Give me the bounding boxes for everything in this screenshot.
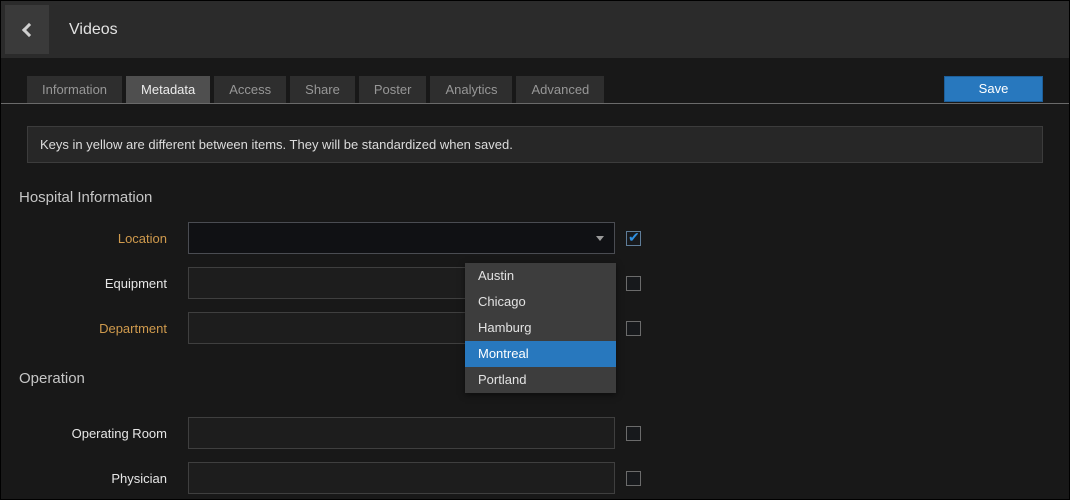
tab-analytics[interactable]: Analytics: [430, 76, 512, 103]
dropdown-option-chicago[interactable]: Chicago: [465, 289, 616, 315]
notice-banner: Keys in yellow are different between ite…: [27, 126, 1043, 163]
tab-bar: Information Metadata Access Share Poster…: [1, 75, 1069, 104]
header: Videos: [1, 1, 1069, 58]
operating-room-label: Operating Room: [1, 426, 188, 441]
chevron-down-icon: [596, 236, 604, 241]
equipment-checkbox[interactable]: [626, 276, 641, 291]
page-title: Videos: [69, 21, 118, 39]
location-select[interactable]: [188, 222, 615, 254]
dropdown-option-austin[interactable]: Austin: [465, 263, 616, 289]
physician-label: Physician: [1, 471, 188, 486]
department-checkbox[interactable]: [626, 321, 641, 336]
dropdown-option-montreal[interactable]: Montreal: [465, 341, 616, 367]
section-title-hospital-information: Hospital Information: [19, 189, 1069, 206]
location-label: Location: [1, 231, 188, 246]
form-row-operating-room: Operating Room: [1, 417, 1069, 449]
save-button[interactable]: Save: [944, 76, 1043, 102]
dropdown-option-portland[interactable]: Portland: [465, 367, 616, 393]
form-row-location: Location: [1, 222, 1069, 254]
form-row-physician: Physician: [1, 462, 1069, 494]
operating-room-checkbox[interactable]: [626, 426, 641, 441]
operating-room-input[interactable]: [188, 417, 615, 449]
dropdown-option-hamburg[interactable]: Hamburg: [465, 315, 616, 341]
physician-checkbox[interactable]: [626, 471, 641, 486]
physician-input[interactable]: [188, 462, 615, 494]
operation-form: Operating Room Physician: [1, 417, 1069, 494]
tab-advanced[interactable]: Advanced: [516, 76, 604, 103]
tab-metadata[interactable]: Metadata: [126, 76, 210, 103]
chevron-left-icon: [22, 22, 36, 36]
back-button[interactable]: [5, 5, 49, 54]
department-label: Department: [1, 321, 188, 336]
tab-share[interactable]: Share: [290, 76, 355, 103]
location-dropdown-menu: Austin Chicago Hamburg Montreal Portland: [465, 263, 616, 393]
equipment-label: Equipment: [1, 276, 188, 291]
tab-poster[interactable]: Poster: [359, 76, 427, 103]
tab-information[interactable]: Information: [27, 76, 122, 103]
location-checkbox[interactable]: [626, 231, 641, 246]
tab-access[interactable]: Access: [214, 76, 286, 103]
